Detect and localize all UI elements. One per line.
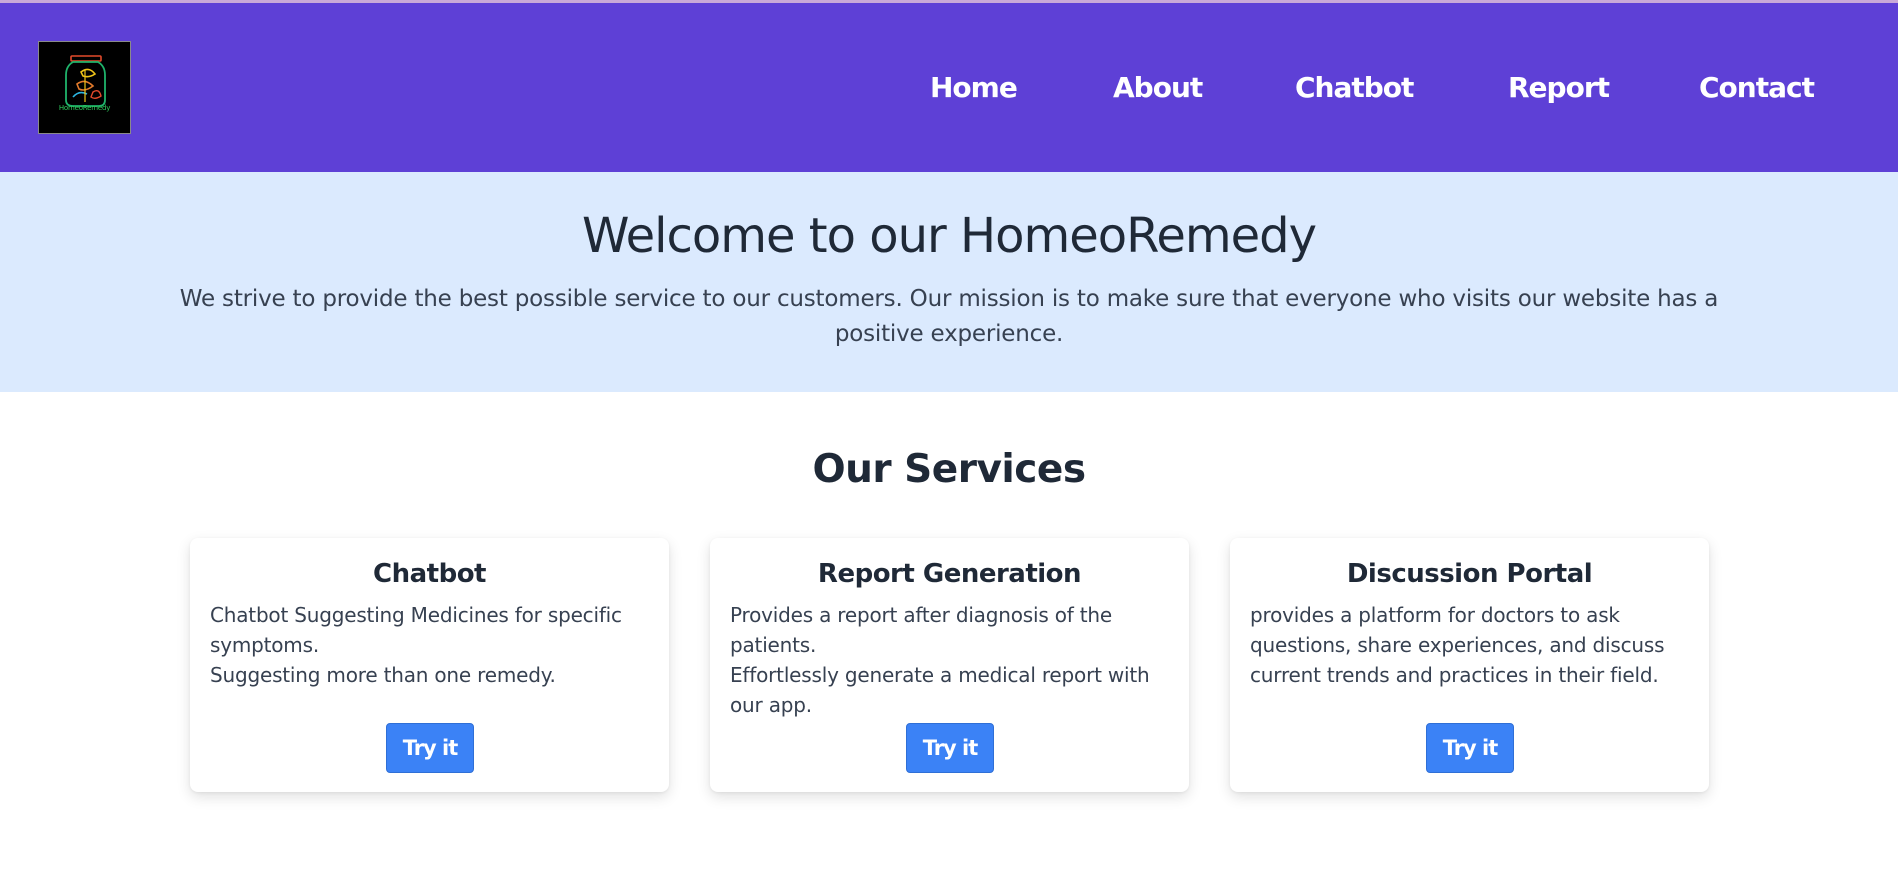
- nav-contact[interactable]: Contact: [1699, 68, 1815, 108]
- card-description: Provides a report after diagnosis of the…: [730, 600, 1170, 720]
- nav-chatbot[interactable]: Chatbot: [1295, 68, 1414, 108]
- service-card-discussion-portal: Discussion Portal provides a platform fo…: [1230, 538, 1709, 792]
- homeoremedy-logo[interactable]: HomeoRemedy: [38, 41, 131, 134]
- logo-text: HomeoRemedy: [58, 104, 111, 112]
- card-title: Chatbot: [373, 559, 486, 589]
- card-description: Chatbot Suggesting Medicines for specifi…: [210, 600, 650, 690]
- navbar: HomeoRemedy Home About Chatbot Report Co…: [0, 3, 1898, 172]
- card-title: Report Generation: [817, 559, 1082, 589]
- nav-report[interactable]: Report: [1508, 68, 1610, 108]
- services-title: Our Services: [812, 447, 1086, 492]
- try-it-report-button[interactable]: Try it: [906, 723, 994, 773]
- hero-title: Welcome to our HomeoRemedy: [581, 208, 1317, 264]
- hero-section: Welcome to our HomeoRemedy We strive to …: [0, 172, 1898, 392]
- service-card-chatbot: Chatbot Chatbot Suggesting Medicines for…: [190, 538, 669, 792]
- card-line: Suggesting more than one remedy.: [210, 663, 556, 687]
- nav-about[interactable]: About: [1113, 68, 1203, 108]
- service-card-report-generation: Report Generation Provides a report afte…: [710, 538, 1189, 792]
- card-description: provides a platform for doctors to ask q…: [1250, 600, 1690, 690]
- card-line: Provides a report after diagnosis of the…: [730, 603, 1112, 657]
- card-line: Chatbot Suggesting Medicines for specifi…: [210, 603, 622, 657]
- card-line: Effortlessly generate a medical report w…: [730, 663, 1150, 717]
- try-it-chatbot-button[interactable]: Try it: [386, 723, 474, 773]
- try-it-discussion-button[interactable]: Try it: [1426, 723, 1514, 773]
- hero-text: We strive to provide the best possible s…: [179, 286, 1719, 347]
- card-title: Discussion Portal: [1346, 559, 1593, 589]
- card-line: provides a platform for doctors to ask q…: [1250, 603, 1665, 687]
- logo-jar-icon: [65, 55, 106, 107]
- nav-home[interactable]: Home: [930, 68, 1018, 108]
